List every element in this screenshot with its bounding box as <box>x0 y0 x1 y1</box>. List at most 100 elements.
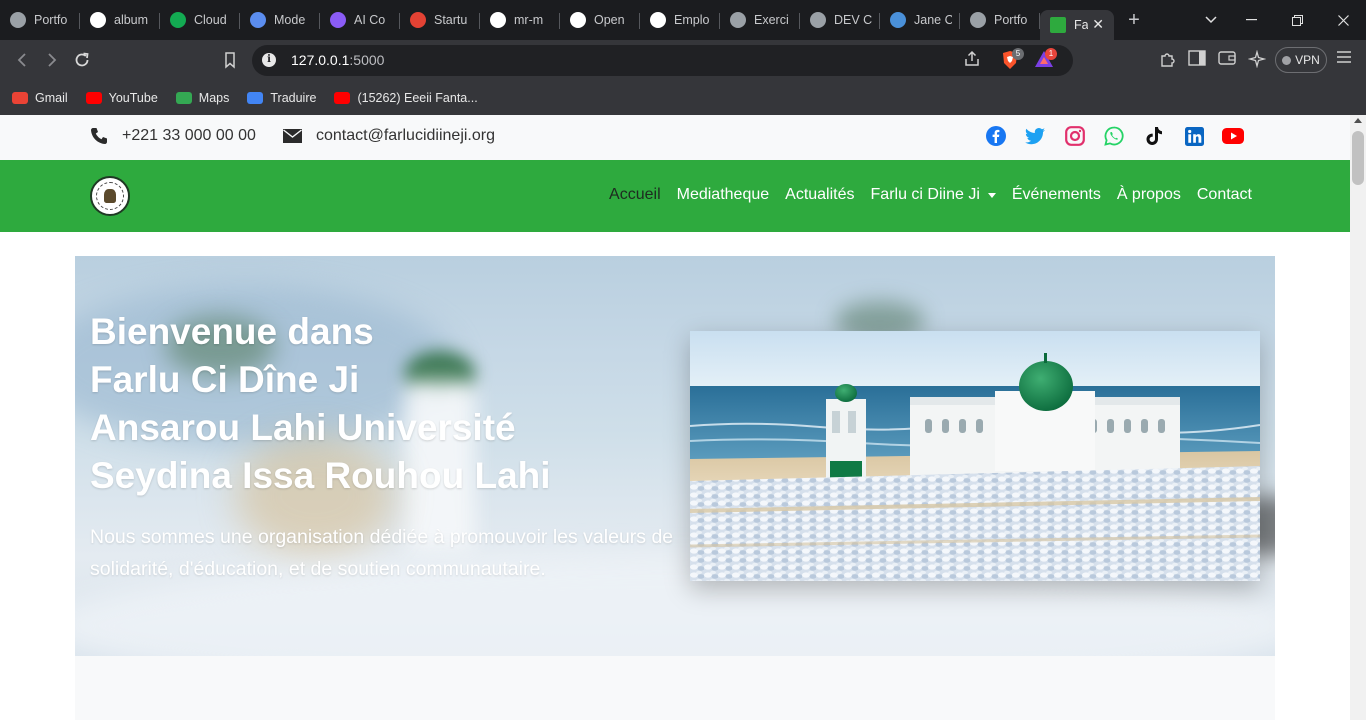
instagram-icon[interactable] <box>1064 125 1086 147</box>
bookmark-label: YouTube <box>108 90 158 105</box>
tab-favicon-icon <box>250 12 266 28</box>
bookmark-item[interactable]: Maps <box>175 90 230 105</box>
browser-tab[interactable]: album <box>80 5 160 35</box>
browser-tab[interactable]: Jane C <box>880 5 960 35</box>
tiktok-icon[interactable] <box>1143 125 1165 147</box>
email-address: contact@farlucidiineji.org <box>316 127 495 144</box>
tab-favicon-icon <box>410 12 426 28</box>
whatsapp-icon[interactable] <box>1103 125 1125 147</box>
tab-favicon-icon <box>570 12 586 28</box>
page-scrollbar[interactable] <box>1350 115 1366 720</box>
mosque-photo <box>690 331 1260 581</box>
hero-title-line: Bienvenue dans <box>90 311 374 352</box>
back-icon[interactable] <box>12 50 32 70</box>
tab-label: DEV C <box>834 13 872 27</box>
tab-favicon-icon <box>10 12 26 28</box>
tab-label: album <box>114 13 149 27</box>
tab-label: Portfo <box>34 13 68 27</box>
nav-link[interactable]: Contact <box>1197 186 1252 204</box>
nav-link-label: Événements <box>1011 186 1101 203</box>
linkedin-icon[interactable] <box>1183 125 1205 147</box>
tab-label: mr-m <box>514 13 544 27</box>
bookmark-favicon-icon <box>247 91 264 104</box>
hero-title-line: Farlu Ci Dîne Ji <box>90 359 360 400</box>
nav-link[interactable]: Actualités <box>785 186 854 204</box>
youtube-icon[interactable] <box>1222 125 1244 147</box>
leo-ai-icon[interactable] <box>1247 49 1267 70</box>
browser-tab[interactable]: Exerci <box>720 5 800 35</box>
browser-tab[interactable]: mr-m <box>480 5 560 35</box>
nav-link[interactable]: Événements <box>1012 186 1101 204</box>
site-info-icon[interactable]: i <box>262 53 276 67</box>
browser-tab-active[interactable]: Fa ✕ <box>1040 10 1114 40</box>
tab-label: Open <box>594 13 625 27</box>
bookmark-item[interactable]: YouTube <box>85 90 158 105</box>
scrollbar-thumb[interactable] <box>1352 131 1364 185</box>
browser-tab[interactable]: Startu <box>400 5 480 35</box>
bookmark-favicon-icon <box>334 91 351 104</box>
main-navbar: Accueil Mediatheque Actualités Farlu ci Dii… <box>0 160 1350 232</box>
nav-link-label: À propos <box>1116 186 1181 203</box>
contact-topbar: +221 33 000 00 00 contact@farlucidiineji… <box>0 115 1350 160</box>
scroll-up-arrow-icon[interactable] <box>1354 118 1362 123</box>
bookmark-label: (15262) Eeeii Fanta... <box>357 90 478 105</box>
rewards-count-badge: 1 <box>1045 48 1057 60</box>
phone-icon <box>91 128 107 144</box>
tab-label: Emplo <box>674 13 710 27</box>
browser-tab[interactable]: Emplo <box>640 5 720 35</box>
nav-link-label: Actualités <box>785 186 855 203</box>
nav-link[interactable]: Accueil <box>609 186 661 204</box>
email-contact[interactable]: contact@farlucidiineji.org <box>283 127 495 145</box>
bookmark-item[interactable]: (15262) Eeeii Fanta... <box>334 90 478 105</box>
bookmark-item[interactable]: Gmail <box>12 91 68 105</box>
hero-title-line: Seydina Issa Rouhou Lahi <box>90 455 551 496</box>
nav-menu: Accueil Mediatheque Actualités Farlu ci Dii… <box>609 186 1252 204</box>
browser-tab[interactable]: DEV C <box>800 5 880 35</box>
page-viewport: +221 33 000 00 00 contact@farlucidiineji… <box>0 115 1350 720</box>
browser-tab[interactable]: Portfo <box>960 5 1040 35</box>
address-url[interactable]: 127.0.0.1:5000 <box>291 52 384 68</box>
vpn-button[interactable]: VPN <box>1275 47 1327 73</box>
tab-label: Cloud <box>194 13 227 27</box>
sidebar-icon[interactable] <box>1187 50 1207 70</box>
tab-favicon-icon <box>1050 17 1066 33</box>
bookmark-favicon-icon <box>12 91 28 104</box>
hero-title-line: Ansarou Lahi Université <box>90 407 516 448</box>
tab-favicon-icon <box>90 12 106 28</box>
wallet-icon[interactable] <box>1217 50 1237 70</box>
dropdown-caret-icon <box>987 192 996 198</box>
browser-tab[interactable]: Open <box>560 5 640 35</box>
browser-tab[interactable]: Mode <box>240 5 320 35</box>
nav-link-label: Accueil <box>609 186 661 203</box>
bookmark-item[interactable]: Traduire <box>247 91 316 105</box>
menu-icon[interactable] <box>1334 50 1354 70</box>
browser-tab[interactable]: Portfo <box>0 5 80 35</box>
restore-icon[interactable] <box>1274 0 1320 40</box>
site-logo[interactable] <box>90 176 130 216</box>
tab-label: Jane C <box>914 13 952 27</box>
tab-close-icon[interactable]: ✕ <box>1092 16 1104 33</box>
nav-link-label: Contact <box>1196 186 1252 203</box>
browser-tab[interactable]: AI Co <box>320 5 400 35</box>
forward-icon[interactable] <box>42 50 62 70</box>
phone-contact[interactable]: +221 33 000 00 00 <box>90 127 256 145</box>
facebook-icon[interactable] <box>985 125 1007 147</box>
nav-link[interactable]: Mediatheque <box>677 186 770 204</box>
bookmarks-bar: Gmail YouTube Maps Traduire (15262) Eeeii Fa… <box>0 80 1366 115</box>
nav-link[interactable]: À propos <box>1117 186 1181 204</box>
minimize-icon[interactable] <box>1228 0 1274 40</box>
bookmark-favicon-icon <box>175 91 192 104</box>
hero-section: Bienvenue dans Farlu Ci Dîne Ji Ansarou … <box>75 256 1275 656</box>
share-icon[interactable] <box>962 50 982 70</box>
bookmark-icon[interactable] <box>220 50 240 70</box>
bookmark-label: Maps <box>198 90 230 105</box>
nav-link[interactable]: Farlu ci Diine Ji <box>871 186 996 204</box>
extensions-icon[interactable] <box>1157 50 1177 70</box>
twitter-icon[interactable] <box>1024 125 1046 147</box>
close-window-icon[interactable] <box>1320 0 1366 40</box>
new-tab-button[interactable]: + <box>1114 9 1154 32</box>
reload-icon[interactable] <box>72 50 92 70</box>
browser-tab[interactable]: Cloud <box>160 5 240 35</box>
hero-title: Bienvenue dans Farlu Ci Dîne Ji Ansarou … <box>90 308 710 500</box>
content-section <box>75 656 1275 720</box>
